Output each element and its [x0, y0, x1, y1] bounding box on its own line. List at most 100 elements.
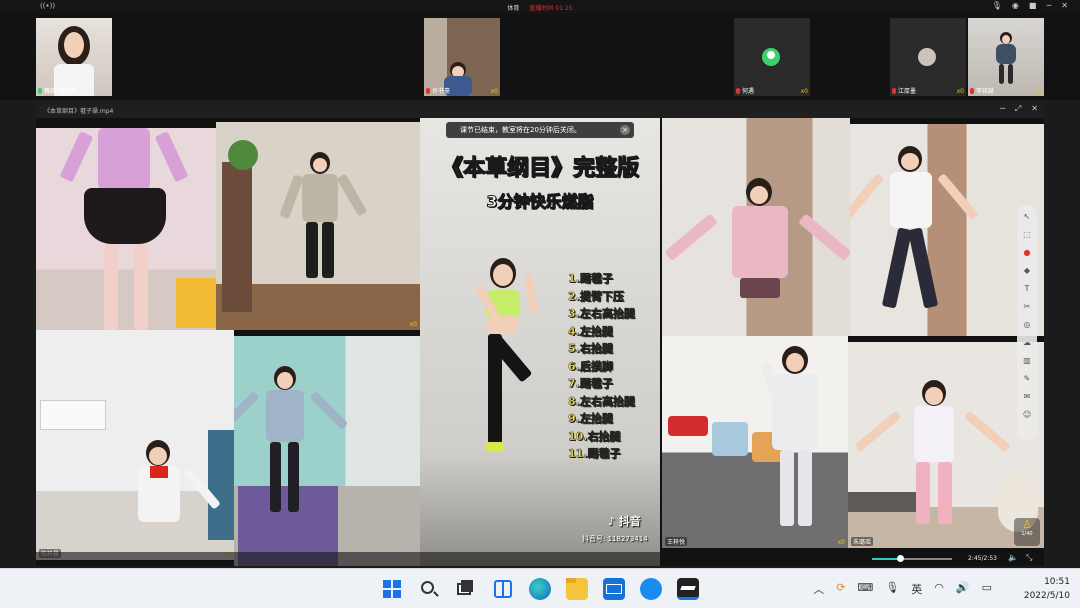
participant-tile[interactable]: 李铭赫 x0 [968, 18, 1044, 96]
select-icon[interactable]: ⬚ [1021, 229, 1033, 241]
eraser-icon[interactable]: ◆ [1021, 265, 1033, 277]
video-title: 《本草纲目》完整版 [440, 156, 639, 182]
close-icon[interactable]: ✕ [1031, 104, 1038, 114]
search-icon[interactable] [418, 578, 440, 600]
student-name: 朱璐瑶 [851, 537, 874, 546]
trophy-count: x0 [837, 539, 845, 546]
participant-name: 舞蹈-刘老师 [44, 88, 77, 95]
class-ended-banner: 课节已结束，教室将在20分钟后关闭。 × [446, 122, 634, 138]
participant-tile[interactable]: 许书豪 x0 [424, 18, 500, 96]
mail-icon[interactable] [603, 578, 625, 600]
refresh-icon[interactable]: ⟳ [836, 581, 845, 597]
chat-icon[interactable]: ✉ [1021, 391, 1033, 403]
battery-icon[interactable]: ▭ [982, 581, 992, 597]
avatar [762, 48, 780, 66]
start-icon[interactable] [381, 578, 403, 600]
app-icon[interactable] [640, 578, 662, 600]
trophy-icon: ♙ [1022, 518, 1032, 531]
edge-icon[interactable] [529, 578, 551, 600]
video-filename: 《本草纲目》毽子操.mp4 [44, 108, 114, 115]
participant-label: 舞蹈-刘老师 [38, 86, 76, 95]
move-item: 2.提臂下压 [568, 289, 624, 303]
move-item: 11.踢毽子 [568, 447, 621, 460]
mic-icon [736, 87, 740, 94]
system-clock[interactable]: 10:51 2022/5/10 [1024, 575, 1070, 603]
edit-icon[interactable]: ✎ [1021, 373, 1033, 385]
participant-name: 许书豪 [432, 88, 451, 95]
student-video-cell[interactable]: x0 [234, 336, 420, 566]
task-view-icon[interactable] [454, 578, 476, 600]
move-item: 9.左抬腿 [568, 412, 613, 425]
student-video-cell[interactable] [662, 118, 850, 336]
participant-tile[interactable]: 何遇 x0 [734, 18, 810, 96]
windows-taskbar: ︿ ⟳ ⌨ 🎙 英 ◠ 🔊 ▭ 10:51 2022/5/10 [0, 568, 1080, 608]
speaker-icon[interactable]: ◉ [1012, 1, 1019, 10]
student-video-cell[interactable] [850, 124, 1044, 336]
file-explorer-icon[interactable] [566, 578, 588, 600]
mic-icon [38, 87, 42, 94]
top-bar-center: 体育 直播时间 01:25 [0, 3, 1080, 12]
trophy-count: x0 [490, 88, 498, 95]
close-icon[interactable]: × [620, 125, 630, 135]
douyin-logo: ♪ 抖音 [608, 515, 641, 528]
mic-icon [892, 87, 896, 94]
clock-time: 10:51 [1044, 577, 1070, 587]
trophy-count: x0 [956, 88, 964, 95]
trash-icon[interactable]: ▥ [1021, 355, 1033, 367]
move-item: 3.左右高抬腿 [568, 307, 635, 320]
video-grid: x0 王梓悦 x0 朱璐瑶 课节已结束，教室将在20分钟后关闭。 × 《本草纲目… [36, 118, 1044, 566]
move-item: 8.左右高抬腿 [568, 394, 635, 408]
scissors-icon[interactable]: ✂ [1021, 301, 1033, 313]
student-video-cell[interactable]: x0 [216, 122, 420, 330]
ime-indicator[interactable]: 英 [911, 581, 922, 597]
volume-icon[interactable]: 🔊 [956, 581, 970, 597]
participant-tile[interactable]: 舞蹈-刘老师 [36, 18, 112, 96]
student-video-cell[interactable] [36, 128, 216, 330]
cloud-icon[interactable]: ☁ [1021, 337, 1033, 349]
pen-icon[interactable]: ● [1021, 247, 1033, 259]
camera-icon[interactable]: ◎ [1021, 319, 1033, 331]
minimize-icon[interactable]: ─ [1046, 1, 1051, 10]
trophy-count: x0 [1034, 88, 1042, 95]
page-indicator[interactable]: ♙ 1/40 [1014, 518, 1040, 546]
classroom-app-icon[interactable] [677, 578, 699, 600]
participant-label: 许书豪 [426, 86, 450, 95]
close-icon[interactable]: ✕ [1061, 1, 1068, 10]
video-subtitle: 3分钟快乐燃脂 [486, 192, 594, 212]
student-video-cell[interactable]: 陈梓晨 x0 [36, 330, 234, 560]
trophy-count: x0 [409, 321, 417, 328]
pointer-icon[interactable]: ↖ [1021, 211, 1033, 223]
video-window-bar: 《本草纲目》毽子操.mp4 ─ ⤢ ✕ [36, 102, 1044, 118]
participant-tile[interactable]: 江厚墨 x0 [890, 18, 966, 96]
volume-icon[interactable]: 🔈 [1008, 553, 1018, 562]
widgets-icon[interactable] [492, 578, 514, 600]
avatar [918, 48, 936, 66]
participant-strip: 舞蹈-刘老师 许书豪 x0 何遇 x0 江厚墨 x0 李铭赫 x0 [0, 14, 1080, 100]
playback-time: 2:45/2:53 [968, 555, 997, 562]
seek-track[interactable] [872, 555, 952, 562]
fullscreen-icon[interactable]: ⤡ [1026, 553, 1032, 563]
participant-label: 江厚墨 [892, 86, 916, 95]
text-icon[interactable]: T [1021, 283, 1033, 295]
keyboard-icon[interactable]: ⌨ [857, 581, 873, 597]
course-title: 体育 [507, 5, 520, 12]
move-item: 10.右抬腿 [568, 429, 621, 443]
move-item: 4.左抬腿 [568, 324, 613, 338]
move-item: 5.右抬腿 [568, 342, 613, 355]
mic-icon[interactable]: 🎙 [992, 1, 1002, 10]
wifi-icon[interactable]: ◠ [934, 581, 944, 597]
douyin-account: 抖音号: 118273414 [582, 535, 648, 543]
participant-name: 江厚墨 [898, 88, 917, 95]
top-bar: ((•)) 体育 直播时间 01:25 🎙 ◉ ■ ─ ✕ [0, 0, 1080, 14]
microphone-icon[interactable]: 🎙 [885, 581, 899, 597]
people-icon[interactable]: ☺ [1021, 409, 1033, 421]
camera-icon[interactable]: ■ [1029, 1, 1037, 10]
live-timer: 直播时间 01:25 [529, 5, 573, 12]
move-item: 7.踢毽子 [568, 377, 613, 390]
participant-name: 李铭赫 [976, 88, 995, 95]
chevron-up-icon[interactable]: ︿ [813, 581, 824, 597]
student-video-cell[interactable]: 王梓悦 x0 [662, 336, 848, 548]
minimize-icon[interactable]: ─ [1000, 104, 1005, 114]
restore-icon[interactable]: ⤢ [1015, 104, 1021, 114]
seek-handle[interactable] [897, 555, 904, 562]
